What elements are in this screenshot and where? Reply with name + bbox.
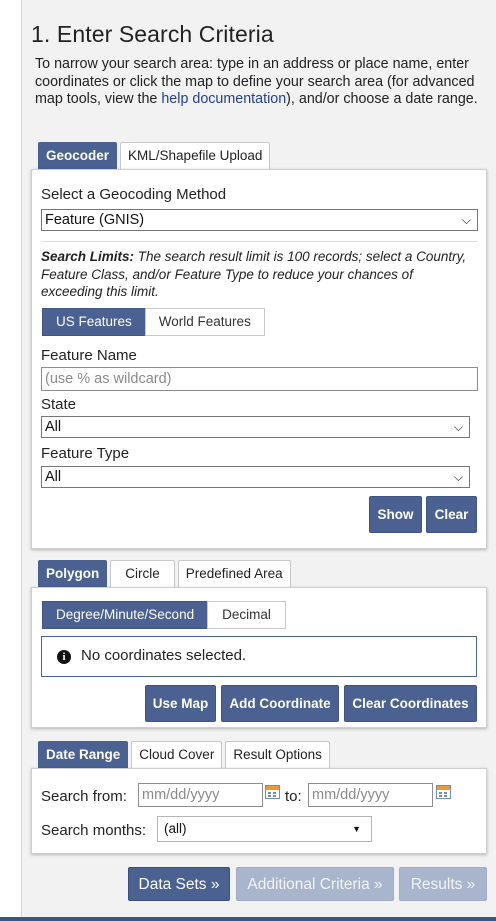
divider (41, 241, 478, 242)
search-months-value: (all) (164, 821, 187, 836)
no-coordinates-alert: i No coordinates selected. (41, 636, 477, 677)
date-range-panel: Search from: mm/dd/yyyy to: mm/dd/yyyy S… (31, 768, 487, 854)
add-coordinate-button[interactable]: Add Coordinate (221, 685, 339, 722)
clear-coordinates-button[interactable]: Clear Coordinates (344, 685, 477, 722)
search-limits-heading: Search Limits: (41, 249, 135, 264)
chevron-down-icon: ⌵ (453, 420, 463, 434)
geocoding-method-value: Feature (GNIS) (45, 212, 145, 228)
chevron-down-icon: ⌵ (453, 470, 463, 484)
feature-type-value: All (45, 469, 62, 485)
additional-criteria-button[interactable]: Additional Criteria » (236, 867, 394, 901)
info-icon: i (57, 650, 71, 664)
bottom-border (0, 917, 496, 921)
coordinate-format-toggle: Degree/Minute/Second Decimal (42, 601, 286, 629)
no-coordinates-message: No coordinates selected. (81, 647, 247, 664)
feature-type-label: Feature Type (41, 445, 130, 462)
left-margin (0, 0, 22, 921)
end-date-input[interactable]: mm/dd/yyyy (308, 783, 433, 807)
to-label: to: (285, 788, 302, 805)
show-button[interactable]: Show (369, 496, 422, 533)
tab-cloud-cover[interactable]: Cloud Cover (131, 741, 223, 768)
world-features-option[interactable]: World Features (144, 308, 265, 336)
caret-down-icon: ▼ (352, 824, 361, 834)
feature-name-input[interactable]: (use % as wildcard) (41, 367, 478, 391)
calendar-icon[interactable] (265, 785, 280, 799)
date-tabs: Date Range Cloud Cover Result Options (38, 741, 330, 768)
tab-date-range[interactable]: Date Range (38, 741, 129, 768)
use-map-button[interactable]: Use Map (145, 685, 216, 722)
polygon-panel: Degree/Minute/Second Decimal i No coordi… (31, 587, 487, 728)
search-from-label: Search from: (41, 788, 127, 805)
tab-predefined-area[interactable]: Predefined Area (177, 560, 291, 587)
feature-scope-toggle: US Features World Features (42, 308, 265, 336)
geocoding-method-label: Select a Geocoding Method (41, 186, 227, 203)
state-value: All (45, 419, 62, 435)
feature-type-select[interactable]: All ⌵ (41, 466, 470, 488)
tab-circle[interactable]: Circle (110, 560, 175, 587)
chevron-down-icon: ⌵ (461, 213, 471, 227)
tab-result-options[interactable]: Result Options (225, 741, 330, 768)
results-button[interactable]: Results » (399, 867, 487, 901)
geocoder-panel: Select a Geocoding Method Feature (GNIS)… (31, 169, 487, 549)
tab-geocoder[interactable]: Geocoder (38, 142, 118, 169)
clear-button[interactable]: Clear (426, 496, 477, 533)
section-title: 1. Enter Search Criteria (31, 21, 274, 47)
dms-option[interactable]: Degree/Minute/Second (42, 601, 209, 629)
geocoding-method-select[interactable]: Feature (GNIS) ⌵ (41, 209, 478, 231)
area-tabs: Polygon Circle Predefined Area (38, 560, 291, 587)
data-sets-button[interactable]: Data Sets » (128, 867, 230, 901)
search-months-select[interactable]: (all) ▼ (157, 816, 372, 842)
decimal-option[interactable]: Decimal (207, 601, 286, 629)
search-limits-note: Search Limits: The search result limit i… (41, 248, 471, 301)
search-months-label: Search months: (41, 822, 147, 839)
tab-polygon[interactable]: Polygon (38, 560, 108, 587)
geocoder-tabs: Geocoder KML/Shapefile Upload (38, 142, 271, 169)
tab-kml-shapefile-upload[interactable]: KML/Shapefile Upload (120, 142, 271, 169)
state-select[interactable]: All ⌵ (41, 416, 470, 438)
us-features-option[interactable]: US Features (42, 308, 146, 336)
intro-text: To narrow your search area: type in an a… (35, 56, 480, 109)
help-documentation-link[interactable]: help documentation (161, 91, 286, 107)
feature-name-label: Feature Name (41, 347, 137, 364)
calendar-icon[interactable] (436, 785, 451, 799)
state-label: State (41, 396, 77, 413)
intro-text-after: ), and/or choose a date range. (286, 91, 478, 107)
start-date-input[interactable]: mm/dd/yyyy (138, 783, 263, 807)
